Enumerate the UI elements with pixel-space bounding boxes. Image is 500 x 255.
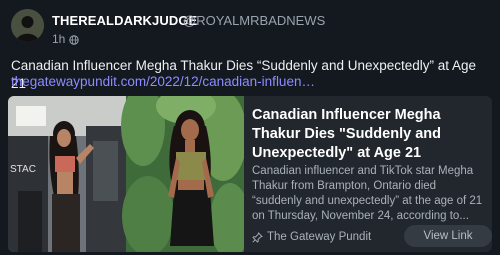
- svg-text:STAC: STAC: [10, 164, 36, 175]
- timestamp[interactable]: 1h: [52, 32, 65, 46]
- card-source[interactable]: The Gateway Pundit: [252, 231, 371, 243]
- post: THEREALDARKJUDGE @ROYALMRBADNEWS 1h Cana…: [0, 0, 500, 255]
- post-meta: 1h: [52, 32, 80, 46]
- avatar[interactable]: [11, 9, 44, 42]
- card-thumbnail: STAC: [8, 96, 244, 252]
- post-link[interactable]: thegatewaypundit.com/2022/12/canadian-in…: [11, 73, 491, 91]
- pin-icon: [252, 231, 263, 243]
- card-description: Canadian influencer and TikTok star Megh…: [252, 165, 483, 222]
- view-link-feed-button[interactable]: View Link Feed: [404, 225, 492, 247]
- link-preview-card[interactable]: STAC Canadian Influencer Megha Thakur Di…: [8, 96, 492, 252]
- card-source-label: The Gateway Pundit: [267, 231, 372, 243]
- user-handle[interactable]: @ROYALMRBADNEWS: [183, 13, 325, 28]
- card-title[interactable]: Canadian Influencer Megha Thakur Dies "S…: [252, 106, 486, 163]
- display-name[interactable]: THEREALDARKJUDGE: [52, 13, 197, 28]
- globe-icon: [69, 34, 80, 45]
